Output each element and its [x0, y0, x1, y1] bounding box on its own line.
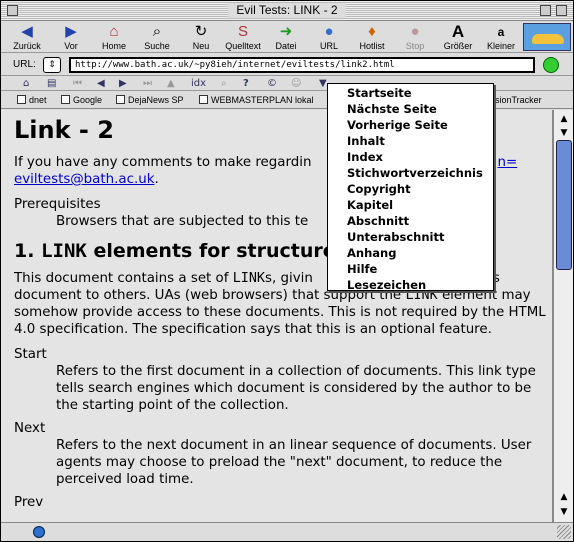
back-button[interactable]: ◀ Zurück — [5, 23, 49, 53]
go-icon[interactable] — [543, 57, 559, 73]
browser-window: Evil Tests: LINK - 2 ◀ Zurück ▶ Vor ⌂ Ho… — [0, 0, 574, 542]
forward-button[interactable]: ▶ Vor — [49, 23, 93, 53]
scroll-up-arrow-icon-bottom[interactable]: ▲ — [556, 490, 572, 504]
def-term: Next — [14, 421, 46, 436]
mail-link-tail[interactable]: n= — [497, 155, 517, 170]
source-icon: S — [237, 23, 248, 40]
reload-icon: ↻ — [194, 23, 208, 40]
vertical-scrollbar[interactable]: ▲ ▼ ▲ ▼ — [553, 110, 573, 522]
menu-item-index[interactable]: Index — [347, 149, 383, 165]
hotlist-button[interactable]: ♦ Hotlist — [350, 23, 394, 53]
menu-item-hilfe[interactable]: Hilfe — [347, 261, 377, 277]
bookmark-item[interactable]: Google — [61, 94, 102, 106]
home-icon: ⌂ — [109, 23, 119, 40]
url-label: URL: — [13, 59, 36, 70]
def-desc: Refers to the first document in a collec… — [56, 364, 536, 413]
scroll-down-arrow-icon[interactable]: ▼ — [556, 505, 572, 519]
bigger-font-button[interactable]: A Größer — [436, 23, 480, 53]
url-icon: ● — [324, 23, 334, 40]
menu-item-kapitel[interactable]: Kapitel — [347, 197, 393, 213]
title-bar[interactable]: Evil Tests: LINK - 2 — [1, 1, 573, 21]
scroll-up-arrow-icon[interactable]: ▲ — [556, 112, 572, 126]
stop-icon: ● — [410, 23, 420, 40]
nav-prev-icon[interactable]: ◀ — [97, 78, 105, 90]
toolbar: ◀ Zurück ▶ Vor ⌂ Home ⌕ Suche ↻ Neu S Qu… — [1, 21, 573, 53]
smaller-font-button[interactable]: a Kleiner — [479, 23, 523, 53]
file-icon: ➜ — [279, 23, 293, 40]
close-box[interactable] — [7, 5, 18, 16]
menu-item-vorherige-seite[interactable]: Vorherige Seite — [347, 117, 448, 133]
link-type-definitions: Start Refers to the first document in a … — [14, 346, 546, 511]
home-button[interactable]: ⌂ Home — [92, 23, 136, 53]
zoom-box[interactable] — [540, 5, 551, 16]
nav-last-icon[interactable]: ⏭ — [143, 78, 152, 90]
url-button[interactable]: ● URL — [307, 23, 351, 53]
url-input[interactable]: http://www.bath.ac.uk/~py8ieh/internet/e… — [69, 57, 535, 73]
menu-item-unterabschnitt[interactable]: Unterabschnitt — [347, 229, 444, 245]
nav-index-link[interactable]: idx — [191, 78, 206, 90]
throbber-car-icon — [523, 23, 571, 51]
menu-item-lesezeichen[interactable]: Lesezeichen — [347, 277, 426, 293]
collapse-box[interactable] — [556, 5, 567, 16]
globe-icon — [33, 526, 45, 538]
search-button[interactable]: ⌕ Suche — [135, 23, 179, 53]
bookmark-item[interactable]: DejaNews SP — [116, 94, 184, 106]
resize-grip-icon[interactable] — [557, 525, 571, 539]
nav-author-icon[interactable]: ☺ — [291, 78, 301, 90]
menu-item-startseite[interactable]: Startseite — [347, 85, 412, 101]
nav-up-icon[interactable]: ▲ — [167, 78, 175, 90]
reload-button[interactable]: ↻ Neu — [179, 23, 223, 53]
search-icon: ⌕ — [152, 23, 162, 40]
bookmark-icon — [17, 95, 26, 104]
nav-next-icon[interactable]: ▶ — [119, 78, 127, 90]
link-navigation-menu: Startseite Nächste Seite Vorherige Seite… — [327, 83, 494, 293]
def-desc: Refers to the next document in an linear… — [56, 438, 532, 487]
forward-arrow-icon: ▶ — [65, 23, 77, 40]
bookmark-icon — [116, 95, 125, 104]
nav-contents-icon[interactable]: ▤ — [47, 78, 56, 90]
stop-button[interactable]: ● Stop — [393, 23, 437, 53]
nav-more-icon[interactable]: ▼ — [319, 78, 327, 90]
bookmark-icon — [199, 95, 208, 104]
status-bar — [1, 522, 573, 541]
hotlist-icon: ♦ — [368, 23, 376, 40]
bookmark-item[interactable]: sionTracker — [495, 94, 542, 106]
nav-first-icon[interactable]: ⏮ — [73, 78, 82, 90]
bookmark-icon — [61, 95, 70, 104]
bookmark-item[interactable]: WEBMASTERPLAN lokal — [199, 94, 314, 106]
url-history-stepper[interactable]: ⇕ — [43, 57, 61, 73]
window-title: Evil Tests: LINK - 2 — [228, 3, 346, 18]
smaller-font-icon: a — [497, 25, 505, 39]
nav-help-link[interactable]: ? — [243, 78, 249, 90]
nav-search-icon[interactable]: ⌕ — [221, 78, 227, 90]
bookmark-item[interactable]: dnet — [17, 94, 47, 106]
menu-item-copyright[interactable]: Copyright — [347, 181, 411, 197]
bigger-font-icon: A — [451, 22, 465, 41]
nav-home-icon[interactable]: ⌂ — [23, 78, 29, 90]
menu-item-abschnitt[interactable]: Abschnitt — [347, 213, 409, 229]
nav-copyright-icon[interactable]: © — [267, 78, 277, 90]
mail-link[interactable]: eviltests@bath.ac.uk — [14, 172, 154, 187]
source-button[interactable]: S Quelltext — [221, 23, 265, 53]
scroll-thumb[interactable] — [556, 140, 572, 270]
scroll-down-arrow-icon-top[interactable]: ▼ — [556, 126, 572, 140]
menu-item-stichwortverzeichnis[interactable]: Stichwortverzeichnis — [347, 165, 483, 181]
menu-item-anhang[interactable]: Anhang — [347, 245, 396, 261]
back-arrow-icon: ◀ — [21, 23, 33, 40]
url-bar: URL: ⇕ http://www.bath.ac.uk/~py8ieh/int… — [1, 54, 573, 76]
def-term: Prev — [14, 495, 44, 510]
file-button[interactable]: ➜ Datei — [264, 23, 308, 53]
menu-item-naechste-seite[interactable]: Nächste Seite — [347, 101, 437, 117]
menu-item-inhalt[interactable]: Inhalt — [347, 133, 385, 149]
def-term: Start — [14, 347, 47, 362]
